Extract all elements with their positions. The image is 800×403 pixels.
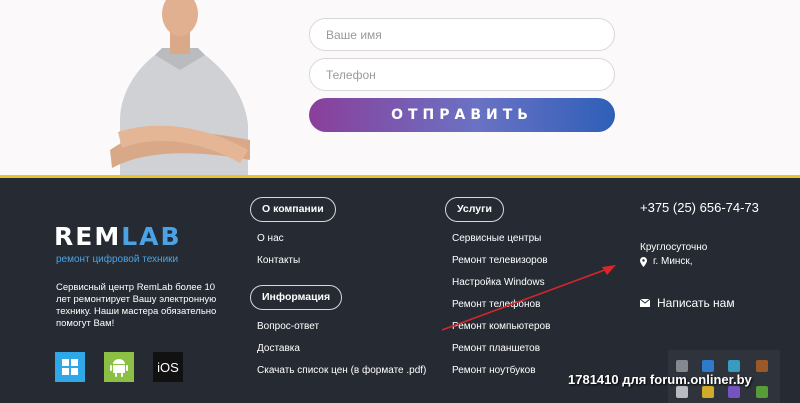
ios-label: iOS — [157, 359, 179, 375]
services-heading: Услуги — [445, 197, 504, 222]
windows-icon[interactable] — [55, 352, 85, 382]
tray-upload-icon[interactable] — [702, 386, 714, 398]
info-heading: Информация — [250, 285, 343, 310]
contact-form-section: ОТПРАВИТЬ — [0, 0, 800, 175]
ios-icon[interactable]: iOS — [153, 352, 183, 382]
tray-viber-icon[interactable] — [728, 386, 740, 398]
name-input[interactable] — [309, 18, 615, 51]
windows-logo-icon — [62, 359, 78, 375]
link-delivery[interactable]: Доставка — [257, 343, 300, 354]
android-icon[interactable] — [104, 352, 134, 382]
city-text: г. Минск, — [653, 256, 693, 267]
phone-number[interactable]: +375 (25) 656-74-73 — [640, 200, 759, 215]
logo-rem-text: REM — [54, 222, 122, 251]
link-tablet-repair[interactable]: Ремонт планшетов — [452, 343, 540, 354]
link-price-pdf[interactable]: Скачать список цен (в формате .pdf) — [257, 365, 426, 376]
remlab-logo[interactable]: REMLAB — [54, 222, 182, 251]
tray-network-icon[interactable] — [756, 360, 768, 372]
phone-input[interactable] — [309, 58, 615, 91]
envelope-icon — [640, 299, 650, 307]
logo-lab-text: LAB — [121, 222, 182, 251]
working-hours: Круглосуточно — [640, 242, 708, 253]
link-faq[interactable]: Вопрос-ответ — [257, 321, 319, 332]
write-us-label: Написать нам — [657, 296, 735, 310]
logo-tagline: ремонт цифровой техники — [56, 254, 179, 265]
forum-watermark: 1781410 для forum.onliner.by — [568, 372, 752, 387]
link-contacts[interactable]: Контакты — [257, 255, 300, 266]
tray-sync-icon[interactable] — [728, 360, 740, 372]
company-heading: О компании — [250, 197, 336, 222]
tray-cursor-icon[interactable] — [676, 386, 688, 398]
link-laptop-repair[interactable]: Ремонт ноутбуков — [452, 365, 536, 376]
about-text: Сервисный центр RemLab более 10 лет ремо… — [56, 282, 217, 329]
tray-printer-icon[interactable] — [676, 360, 688, 372]
write-us-link[interactable]: Написать нам — [640, 296, 735, 310]
man-photo — [110, 0, 250, 175]
submit-button[interactable]: ОТПРАВИТЬ — [309, 98, 615, 132]
address: г. Минск, — [640, 256, 693, 267]
tray-app-icon[interactable] — [756, 386, 768, 398]
android-robot-icon — [110, 359, 128, 377]
link-service-centers[interactable]: Сервисные центры — [452, 233, 541, 244]
link-about[interactable]: О нас — [257, 233, 284, 244]
map-pin-icon — [640, 256, 647, 267]
annotation-arrow — [441, 265, 616, 331]
tray-bluetooth-icon[interactable] — [702, 360, 714, 372]
